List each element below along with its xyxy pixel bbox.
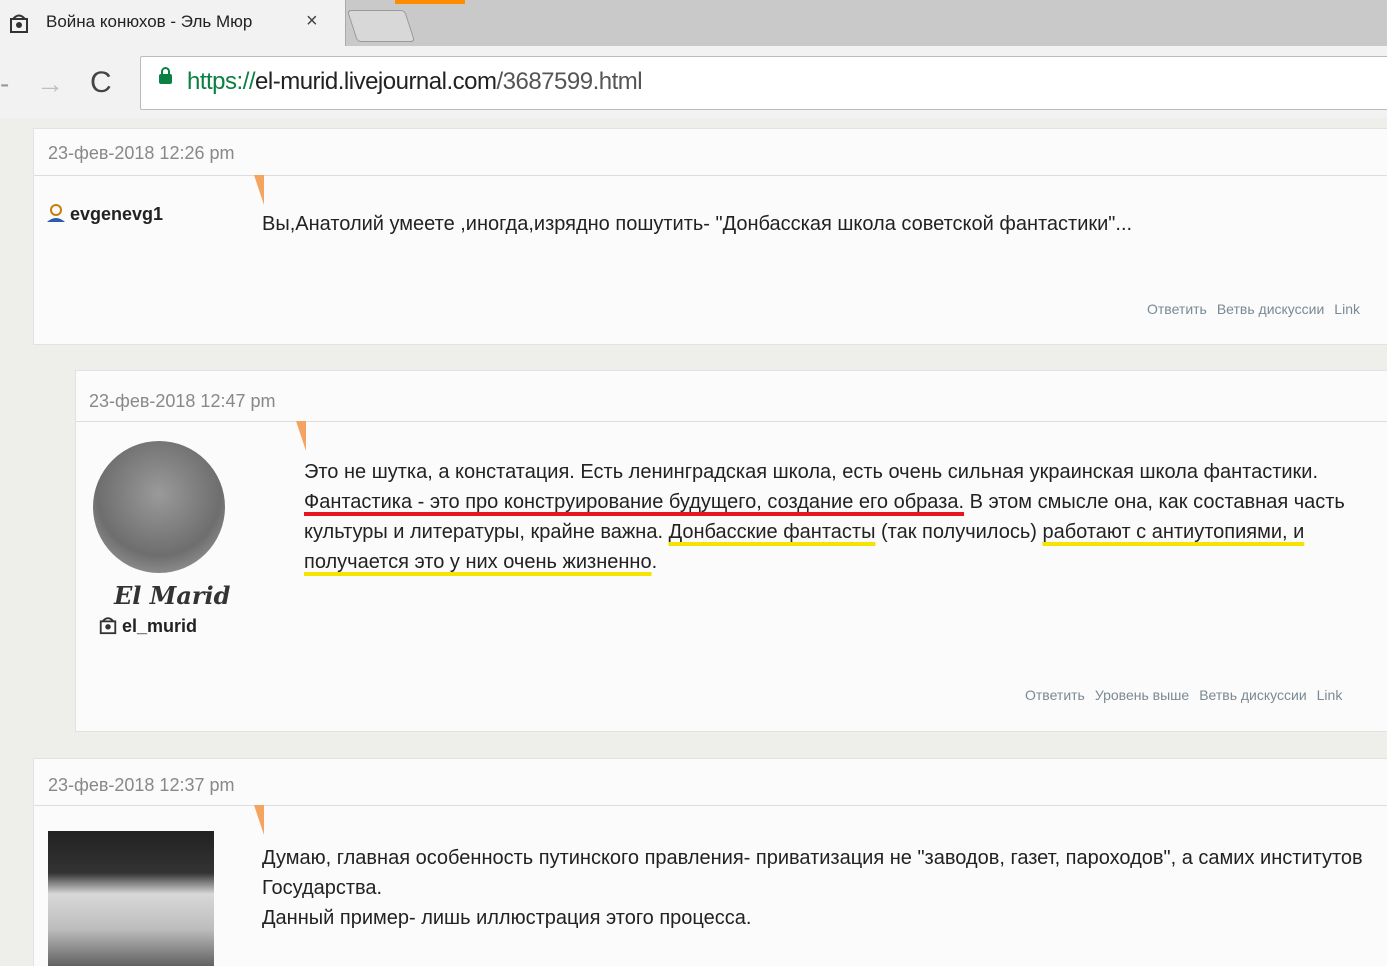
reply-link[interactable]: Ответить bbox=[1147, 301, 1207, 317]
close-icon[interactable]: × bbox=[306, 10, 318, 33]
comment-date: 23-фев-2018 12:37 pm bbox=[48, 775, 235, 795]
comment-text: Вы,Анатолий умеете ,иногда,изрядно пошут… bbox=[262, 213, 1133, 235]
comment: 23-фев-2018 12:37 pm Думаю, главная особ… bbox=[33, 758, 1387, 966]
reply-link[interactable]: Ответить bbox=[1025, 687, 1085, 703]
comment-actions: Ответить Уровень выше Ветвь дискуссии Link bbox=[1025, 687, 1352, 703]
comment-text: Думаю, главная особенность путинского пр… bbox=[262, 843, 1382, 933]
address-bar[interactable]: https://el-murid.livejournal.com/3687599… bbox=[140, 56, 1387, 110]
tab-title: Война конюхов - Эль Мюр bbox=[46, 12, 253, 31]
comment-pointer bbox=[254, 175, 264, 205]
yellow-underlined-text: Донбасские фантасты bbox=[668, 521, 876, 543]
livejournal-user-icon bbox=[99, 617, 117, 635]
avatar[interactable] bbox=[48, 831, 214, 966]
back-arrow-icon[interactable]: - bbox=[0, 68, 9, 100]
comment-author[interactable]: el_murid bbox=[98, 615, 197, 637]
text-segment: Это не шутка, а констатация. Есть ленинг… bbox=[304, 461, 1319, 483]
thread-link[interactable]: Ветвь дискуссии bbox=[1217, 301, 1324, 317]
comment-date: 23-фев-2018 12:26 pm bbox=[48, 143, 235, 163]
new-tab-button[interactable] bbox=[346, 10, 416, 42]
thread-link[interactable]: Ветвь дискуссии bbox=[1199, 687, 1306, 703]
comment-actions: Ответить Ветвь дискуссии Link bbox=[1147, 301, 1370, 317]
user-icon bbox=[47, 204, 65, 222]
url-text[interactable]: https://el-murid.livejournal.com/3687599… bbox=[187, 68, 643, 96]
comment-text: Это не шутка, а констатация. Есть ленинг… bbox=[304, 457, 1384, 577]
page-content: 23-фев-2018 12:26 pm evgenevg1 Вы,Анатол… bbox=[0, 118, 1387, 966]
comment-paragraph: Данный пример- лишь иллюстрация этого пр… bbox=[262, 907, 752, 929]
browser-toolbar: - → C https://el-murid.livejournal.com/3… bbox=[0, 46, 1387, 119]
url-path: /3687599.html bbox=[496, 68, 643, 95]
comment-author[interactable]: evgenevg1 bbox=[46, 203, 163, 225]
link-link[interactable]: Link bbox=[1334, 301, 1360, 317]
link-link[interactable]: Link bbox=[1317, 687, 1343, 703]
divider bbox=[76, 421, 1387, 422]
comment-reply: 23-фев-2018 12:47 pm El Marid el_murid Э… bbox=[75, 370, 1387, 732]
tab-active[interactable]: Война конюхов - Эль Мюр × bbox=[0, 0, 346, 46]
comment-date: 23-фев-2018 12:47 pm bbox=[89, 391, 276, 411]
comment-author-name: evgenevg1 bbox=[70, 204, 164, 224]
comment-pointer bbox=[254, 805, 264, 835]
bookmark-item[interactable] bbox=[395, 0, 465, 4]
livejournal-user-icon bbox=[10, 14, 28, 33]
comment-author-name: el_murid bbox=[122, 616, 198, 636]
divider bbox=[34, 805, 1387, 806]
parent-link[interactable]: Уровень выше bbox=[1095, 687, 1189, 703]
forward-arrow-icon[interactable]: → bbox=[36, 68, 64, 100]
avatar-signature: El Marid bbox=[114, 581, 231, 610]
text-segment: (так получилось) bbox=[875, 521, 1043, 543]
reload-icon[interactable]: C bbox=[90, 66, 112, 100]
red-underlined-text: Фантастика - это про конструирование буд… bbox=[304, 491, 965, 513]
avatar[interactable] bbox=[93, 441, 225, 573]
url-host: el-murid.livejournal.com bbox=[255, 68, 497, 95]
divider bbox=[34, 175, 1387, 176]
lock-icon bbox=[159, 67, 172, 84]
comment: 23-фев-2018 12:26 pm evgenevg1 Вы,Анатол… bbox=[33, 128, 1387, 345]
comment-paragraph: Думаю, главная особенность путинского пр… bbox=[262, 847, 1363, 899]
comment-pointer bbox=[296, 421, 306, 451]
url-scheme: https:// bbox=[187, 68, 256, 95]
tab-bar: Война конюхов - Эль Мюр × bbox=[0, 0, 1387, 46]
text-segment: . bbox=[651, 551, 658, 573]
